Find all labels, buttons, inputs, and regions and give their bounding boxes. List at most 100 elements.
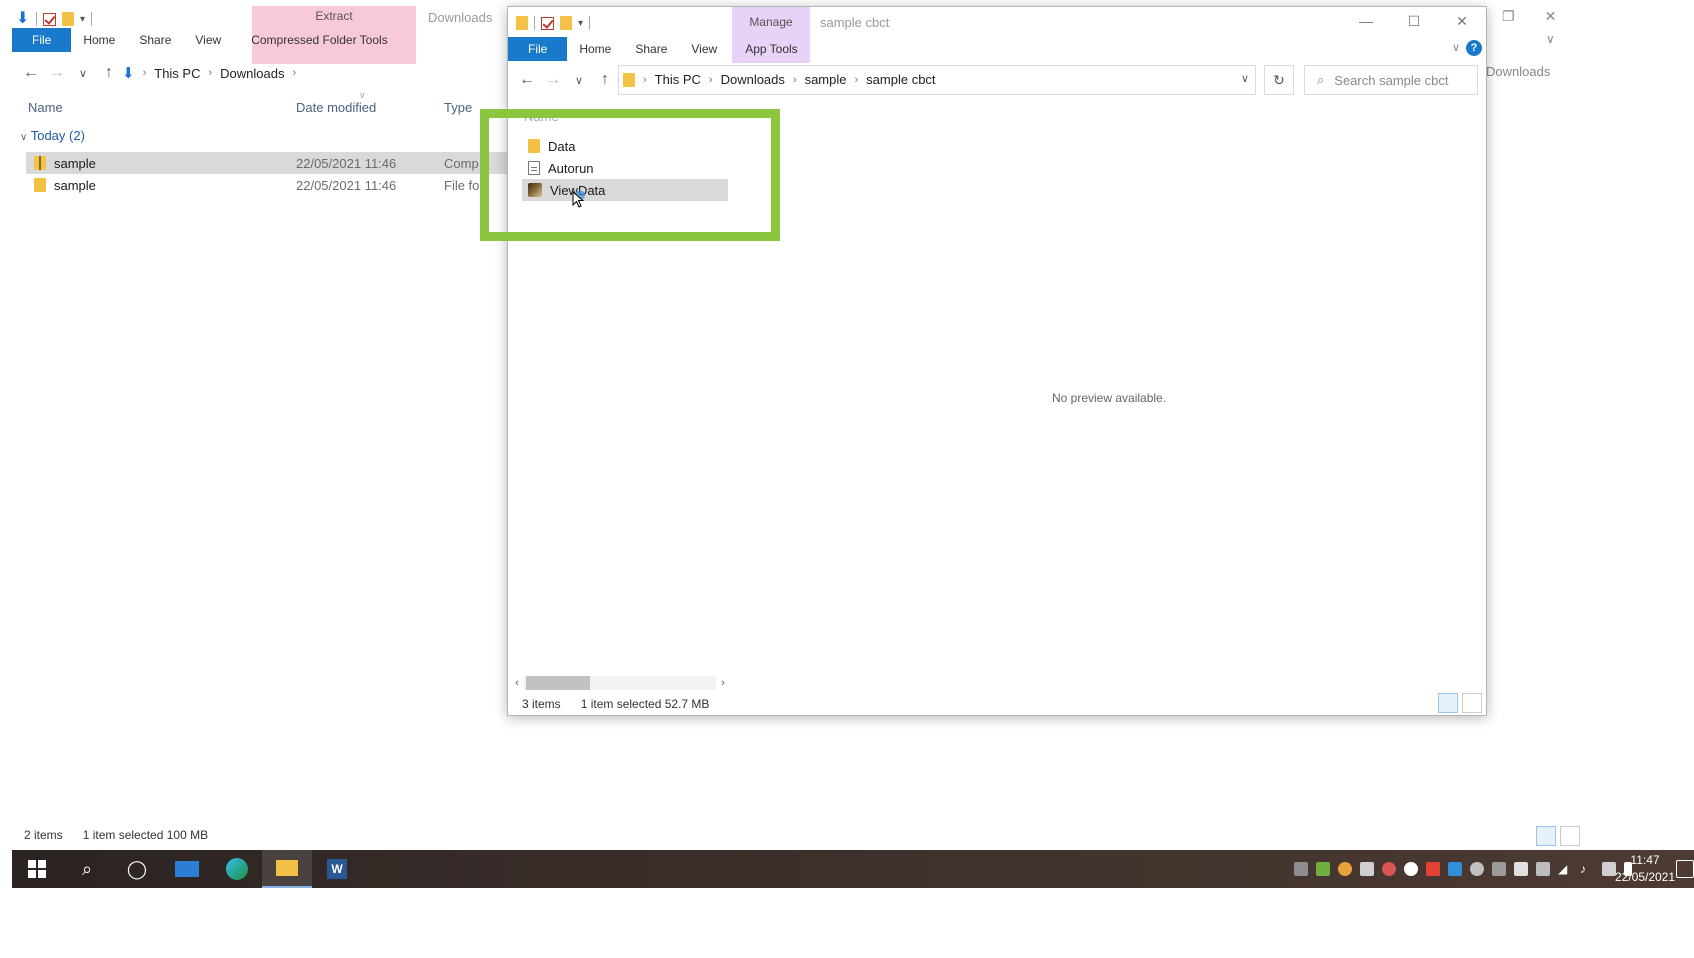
- window-controls: — ☐ ✕: [1342, 7, 1486, 35]
- search-icon[interactable]: ⌕: [62, 850, 112, 888]
- group-collapse-chevron-icon[interactable]: ∨: [20, 132, 27, 143]
- manage-context-title[interactable]: Manage: [732, 15, 810, 29]
- onedrive-icon[interactable]: [1404, 862, 1418, 876]
- ribbon-expand-chevron-icon[interactable]: ∨: [1546, 32, 1555, 46]
- details-view-icon[interactable]: [1536, 826, 1556, 846]
- scroll-right-icon[interactable]: ›: [716, 677, 730, 689]
- back-arrow-icon[interactable]: ←: [514, 71, 540, 89]
- breadcrumb-sample[interactable]: sample: [805, 72, 847, 87]
- tab-compressed-folder-tools[interactable]: Compressed Folder Tools: [233, 28, 400, 52]
- close-icon[interactable]: ✕: [1438, 7, 1486, 35]
- breadcrumb-downloads[interactable]: Downloads: [721, 72, 785, 87]
- volume-icon[interactable]: ♪: [1580, 862, 1594, 876]
- breadcrumb-this-pc[interactable]: This PC: [655, 72, 701, 87]
- group-header-today[interactable]: ∨ Today (2): [20, 128, 85, 143]
- tab-view[interactable]: View: [679, 37, 729, 61]
- tab-share[interactable]: Share: [127, 28, 183, 52]
- tab-view[interactable]: View: [183, 28, 233, 52]
- close-icon[interactable]: ✕: [1545, 8, 1557, 25]
- back-arrow-icon[interactable]: ←: [18, 64, 44, 82]
- file-date: 22/05/2021 11:46: [296, 155, 397, 171]
- breadcrumb-separator[interactable]: ›: [709, 74, 713, 86]
- properties-check-icon[interactable]: [43, 12, 56, 26]
- column-name[interactable]: Name: [28, 100, 296, 115]
- tray-app-icon[interactable]: [1382, 862, 1396, 876]
- breadcrumb-separator[interactable]: ›: [643, 74, 647, 86]
- address-bar[interactable]: › This PC › Downloads › sample › sample …: [618, 65, 1256, 95]
- recent-locations-chevron-icon[interactable]: ∨: [566, 74, 592, 87]
- scroll-left-icon[interactable]: ‹: [510, 677, 524, 689]
- tray-app-icon[interactable]: [1316, 862, 1330, 876]
- maximize-icon[interactable]: ☐: [1390, 7, 1438, 35]
- word-app-icon[interactable]: W: [312, 850, 362, 888]
- notification-center-icon[interactable]: [1676, 860, 1694, 878]
- scroll-track[interactable]: [524, 676, 716, 690]
- breadcrumb-sample-cbct[interactable]: sample cbct: [866, 72, 935, 87]
- network-icon[interactable]: ◢: [1558, 862, 1572, 876]
- up-arrow-icon[interactable]: ↑: [592, 71, 618, 89]
- recent-locations-chevron-icon[interactable]: ∨: [70, 67, 96, 80]
- forward-arrow-icon[interactable]: →: [44, 64, 70, 82]
- breadcrumb-separator[interactable]: ›: [292, 67, 296, 79]
- forward-arrow-icon[interactable]: →: [540, 71, 566, 89]
- task-view-icon[interactable]: ◯: [112, 850, 162, 888]
- tab-home[interactable]: Home: [71, 28, 127, 52]
- column-date-modified[interactable]: Date modified: [296, 100, 444, 115]
- clock[interactable]: 11:47 22/05/2021: [1610, 852, 1680, 886]
- file-row[interactable]: sample 22/05/2021 11:46 File fo: [26, 174, 516, 196]
- details-view-icon[interactable]: [1438, 693, 1458, 713]
- tab-share[interactable]: Share: [623, 37, 679, 61]
- column-type[interactable]: Type: [444, 100, 472, 115]
- restore-icon[interactable]: ❐: [1502, 8, 1515, 25]
- large-icons-view-icon[interactable]: [1560, 826, 1580, 846]
- tray-app-icon[interactable]: [1470, 862, 1484, 876]
- breadcrumb-separator[interactable]: ›: [855, 74, 859, 86]
- mail-app-icon[interactable]: [162, 850, 212, 888]
- minimize-icon[interactable]: —: [1342, 7, 1390, 35]
- file-explorer-icon[interactable]: [262, 850, 312, 888]
- help-icon[interactable]: ?: [1466, 40, 1482, 56]
- search-input[interactable]: ⌕ Search sample cbct: [1304, 65, 1478, 95]
- tab-home[interactable]: Home: [567, 37, 623, 61]
- properties-check-icon[interactable]: [541, 16, 554, 30]
- back-window-controls: ❐ ✕: [1502, 8, 1556, 25]
- customize-qat-icon[interactable]: ▾: [578, 18, 583, 29]
- tray-app-icon[interactable]: [1492, 862, 1506, 876]
- breadcrumb-separator[interactable]: ›: [793, 74, 797, 86]
- scroll-thumb[interactable]: [526, 676, 590, 690]
- tray-app-icon[interactable]: [1338, 862, 1352, 876]
- tab-file[interactable]: File: [12, 28, 72, 52]
- status-selection: 1 item selected 100 MB: [82, 828, 209, 842]
- breadcrumb-separator[interactable]: ›: [208, 67, 212, 79]
- breadcrumb-this-pc[interactable]: This PC: [154, 66, 200, 81]
- qat-separator: [91, 12, 93, 26]
- new-folder-icon[interactable]: [560, 16, 572, 30]
- ribbon-expand-chevron-icon[interactable]: ∨: [1452, 41, 1460, 54]
- address-row: ← → ∨ ↑ ⬇ › This PC › Downloads ›: [18, 62, 296, 84]
- edge-browser-icon[interactable]: [212, 850, 262, 888]
- refresh-icon[interactable]: ↻: [1264, 65, 1294, 95]
- up-arrow-icon[interactable]: ↑: [96, 64, 122, 82]
- tray-app-icon[interactable]: [1294, 862, 1308, 876]
- extract-context-title[interactable]: Extract: [252, 9, 416, 23]
- new-folder-icon[interactable]: [62, 12, 74, 26]
- tray-app-icon[interactable]: [1426, 862, 1440, 876]
- search-partial[interactable]: Downloads: [1486, 64, 1550, 79]
- preview-pane-message: No preview available.: [1052, 391, 1167, 405]
- large-icons-view-icon[interactable]: [1462, 693, 1482, 713]
- breadcrumb-downloads[interactable]: Downloads: [220, 66, 284, 81]
- clock-time: 11:47: [1630, 853, 1660, 867]
- customize-qat-icon[interactable]: ▾: [80, 14, 85, 25]
- address-history-chevron-icon[interactable]: ∨: [1241, 72, 1249, 85]
- tray-app-icon[interactable]: [1514, 862, 1528, 876]
- battery-icon[interactable]: [1536, 862, 1550, 876]
- breadcrumb-separator[interactable]: ›: [143, 67, 147, 79]
- tray-app-icon[interactable]: [1360, 862, 1374, 876]
- file-row[interactable]: sample 22/05/2021 11:46 Comp: [26, 152, 516, 174]
- tray-app-icon[interactable]: [1448, 862, 1462, 876]
- horizontal-scrollbar[interactable]: ‹ ›: [510, 675, 730, 691]
- tab-app-tools[interactable]: App Tools: [729, 37, 809, 61]
- clock-date: 22/05/2021: [1614, 870, 1676, 884]
- tab-file[interactable]: File: [508, 37, 568, 61]
- start-button[interactable]: [12, 850, 62, 888]
